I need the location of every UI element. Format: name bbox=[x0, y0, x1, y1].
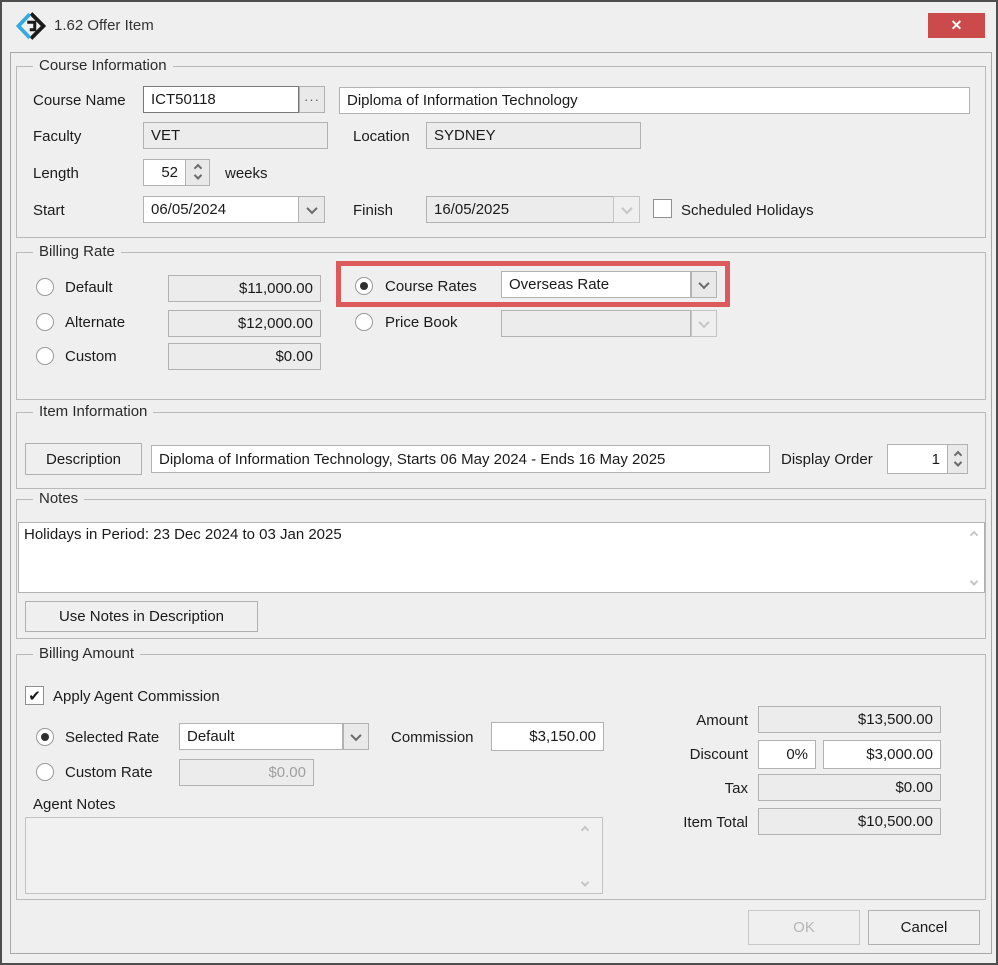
alternate-rate-radio[interactable] bbox=[36, 313, 54, 331]
scheduled-holidays-label: Scheduled Holidays bbox=[681, 202, 814, 219]
item-total-field: $10,500.00 bbox=[758, 808, 941, 835]
length-input[interactable]: 52 bbox=[143, 159, 186, 186]
custom-commission-rate-input: $0.00 bbox=[179, 759, 314, 786]
course-title-field[interactable]: Diploma of Information Technology bbox=[339, 87, 970, 114]
billing-amount-legend: Billing Amount bbox=[33, 645, 140, 662]
item-total-label: Item Total bbox=[648, 814, 748, 831]
price-book-label: Price Book bbox=[385, 314, 458, 331]
check-icon: ✔ bbox=[28, 687, 41, 705]
item-information-group: Item Information Description Diploma of … bbox=[16, 412, 986, 489]
faculty-field: VET bbox=[143, 122, 328, 149]
finish-date-field: 16/05/2025 bbox=[426, 196, 614, 223]
discount-label: Discount bbox=[648, 746, 748, 763]
course-rates-label: Course Rates bbox=[385, 278, 477, 295]
billing-rate-legend: Billing Rate bbox=[33, 243, 121, 260]
tax-field: $0.00 bbox=[758, 774, 941, 801]
description-button[interactable]: Description bbox=[25, 443, 142, 475]
chevron-down-icon bbox=[350, 729, 361, 740]
course-information-group: Course Information Course Name ICT50118 … bbox=[16, 66, 986, 238]
length-spinner[interactable] bbox=[185, 159, 210, 186]
close-icon: ✕ bbox=[951, 17, 963, 34]
length-unit-label: weeks bbox=[225, 165, 268, 182]
location-label: Location bbox=[353, 128, 410, 145]
course-code-input[interactable]: ICT50118 bbox=[143, 86, 299, 113]
course-name-label: Course Name bbox=[33, 92, 126, 109]
close-button[interactable]: ✕ bbox=[928, 13, 985, 38]
use-notes-in-description-button[interactable]: Use Notes in Description bbox=[25, 601, 258, 632]
amount-label: Amount bbox=[648, 712, 748, 729]
custom-rate-value: $0.00 bbox=[168, 343, 321, 370]
price-book-select bbox=[501, 310, 691, 337]
item-information-legend: Item Information bbox=[33, 403, 153, 420]
spin-down-icon bbox=[193, 171, 201, 179]
commission-label: Commission bbox=[391, 729, 474, 746]
course-rates-radio[interactable] bbox=[355, 277, 373, 295]
finish-date-dropdown-button bbox=[613, 196, 640, 223]
ellipsis-icon: ··· bbox=[304, 92, 320, 107]
spin-down-icon bbox=[953, 458, 961, 466]
description-input[interactable]: Diploma of Information Technology, Start… bbox=[151, 445, 770, 473]
agent-notes-textarea[interactable] bbox=[25, 817, 603, 894]
selected-rate-select[interactable]: Default bbox=[179, 723, 343, 750]
window-title: 1.62 Offer Item bbox=[54, 17, 154, 34]
billing-amount-group: Billing Amount ✔ Apply Agent Commission … bbox=[16, 654, 986, 900]
title-bar: 1.62 Offer Item ✕ bbox=[2, 2, 996, 50]
commission-field: $3,150.00 bbox=[491, 722, 604, 751]
start-label: Start bbox=[33, 202, 65, 219]
ok-button[interactable]: OK bbox=[748, 910, 860, 945]
start-date-dropdown-button[interactable] bbox=[298, 196, 325, 223]
custom-commission-rate-label: Custom Rate bbox=[65, 764, 153, 781]
agent-notes-label: Agent Notes bbox=[33, 796, 116, 813]
start-date-input[interactable]: 06/05/2024 bbox=[143, 196, 299, 223]
default-rate-radio[interactable] bbox=[36, 278, 54, 296]
tax-label: Tax bbox=[648, 780, 748, 797]
default-rate-label: Default bbox=[65, 279, 113, 296]
app-logo-icon bbox=[16, 11, 46, 41]
scheduled-holidays-checkbox[interactable] bbox=[653, 199, 672, 218]
discount-amount-input[interactable]: $3,000.00 bbox=[823, 740, 941, 769]
chevron-down-icon bbox=[698, 316, 709, 327]
notes-legend: Notes bbox=[33, 490, 84, 507]
custom-rate-radio[interactable] bbox=[36, 347, 54, 365]
display-order-label: Display Order bbox=[781, 451, 873, 468]
course-rates-select[interactable]: Overseas Rate bbox=[501, 271, 691, 298]
discount-percent-input[interactable]: 0% bbox=[758, 740, 816, 769]
alternate-rate-value: $12,000.00 bbox=[168, 310, 321, 337]
course-information-legend: Course Information bbox=[33, 57, 173, 74]
selected-rate-dropdown-button[interactable] bbox=[343, 723, 369, 750]
radio-selected-dot bbox=[360, 282, 368, 290]
amount-field: $13,500.00 bbox=[758, 706, 941, 733]
chevron-down-icon bbox=[698, 277, 709, 288]
price-book-radio[interactable] bbox=[355, 313, 373, 331]
offer-item-dialog: 1.62 Offer Item ✕ Course Information Cou… bbox=[0, 0, 998, 965]
faculty-label: Faculty bbox=[33, 128, 81, 145]
course-rates-dropdown-button[interactable] bbox=[691, 271, 717, 298]
apply-agent-commission-checkbox[interactable]: ✔ bbox=[25, 686, 44, 705]
alternate-rate-label: Alternate bbox=[65, 314, 125, 331]
selected-rate-radio[interactable] bbox=[36, 728, 54, 746]
length-label: Length bbox=[33, 165, 79, 182]
custom-commission-rate-radio[interactable] bbox=[36, 763, 54, 781]
custom-rate-label: Custom bbox=[65, 348, 117, 365]
price-book-dropdown-button bbox=[691, 310, 717, 337]
selected-rate-label: Selected Rate bbox=[65, 729, 159, 746]
display-order-input[interactable]: 1 bbox=[887, 444, 948, 474]
radio-selected-dot bbox=[41, 733, 49, 741]
cancel-button[interactable]: Cancel bbox=[868, 910, 980, 945]
billing-rate-group: Billing Rate Default $11,000.00 Alternat… bbox=[16, 252, 986, 400]
notes-group: Notes Holidays in Period: 23 Dec 2024 to… bbox=[16, 499, 986, 639]
notes-textarea[interactable]: Holidays in Period: 23 Dec 2024 to 03 Ja… bbox=[18, 522, 985, 593]
apply-agent-commission-label: Apply Agent Commission bbox=[53, 688, 220, 705]
display-order-spinner[interactable] bbox=[947, 444, 968, 474]
chevron-down-icon bbox=[306, 202, 317, 213]
default-rate-value: $11,000.00 bbox=[168, 275, 321, 302]
course-browse-button[interactable]: ··· bbox=[299, 86, 325, 113]
chevron-down-icon bbox=[621, 202, 632, 213]
location-field: SYDNEY bbox=[426, 122, 641, 149]
finish-label: Finish bbox=[353, 202, 393, 219]
